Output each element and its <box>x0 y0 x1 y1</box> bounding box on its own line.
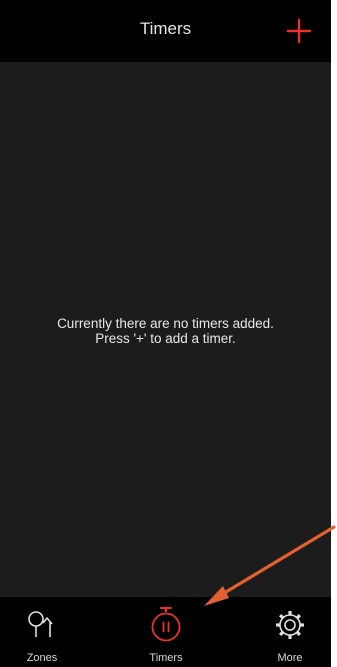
empty-state-message: Currently there are no timers added. Pre… <box>0 316 331 346</box>
tab-timers-label: Timers <box>149 652 183 664</box>
app-screen: Timers Currently there are no timers add… <box>0 0 331 667</box>
tab-zones[interactable]: Zones <box>2 597 82 667</box>
timers-list-area: Currently there are no timers added. Pre… <box>0 62 331 597</box>
tab-bar: Zones Timers More <box>0 597 331 667</box>
page-title: Timers <box>139 19 192 38</box>
plus-icon <box>286 18 312 44</box>
tab-timers[interactable]: Timers <box>126 597 206 667</box>
tab-more[interactable]: More <box>250 597 330 667</box>
nav-bar: Timers <box>0 0 331 62</box>
empty-state-line-2: Press '+' to add a timer. <box>95 331 236 346</box>
empty-state-line-1: Currently there are no timers added. <box>57 316 274 331</box>
stopwatch-icon <box>151 607 181 642</box>
gear-icon <box>276 611 304 639</box>
tab-more-label: More <box>277 652 303 664</box>
zones-icon <box>28 611 53 637</box>
add-timer-button[interactable] <box>285 17 313 45</box>
tab-zones-label: Zones <box>26 652 58 664</box>
